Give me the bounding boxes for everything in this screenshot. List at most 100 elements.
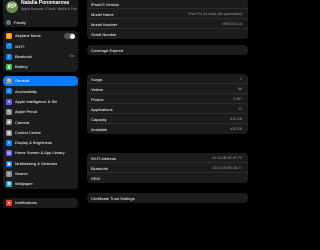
settings-group-notifications: ● Notifications: [3, 198, 78, 209]
info-row-model-number: Model Number MNXD3LL/A: [87, 19, 248, 29]
coverage-card: Coverage Expired ›: [87, 45, 248, 55]
model-number-value: MNXD3LL/A: [222, 21, 242, 26]
photos-label: Photos: [91, 96, 104, 102]
model-number-label: Model Number: [91, 21, 118, 27]
wifi-address-label: Wi-Fi Address: [91, 155, 116, 161]
sidebar-item-label: Wallpaper: [15, 181, 33, 187]
sidebar-item-airplane-mode[interactable]: ✈ Airplane Mode: [3, 31, 78, 41]
sidebar-item-label: Search: [15, 171, 28, 177]
videos-value: 86: [238, 86, 242, 91]
sidebar-item-label: Camera: [15, 119, 30, 125]
family-item[interactable]: Family: [3, 18, 78, 27]
info-row-bluetooth-address: Bluetooth 20:13:2B:B0:2B:77: [87, 163, 248, 173]
sidebar-item-search[interactable]: ⌕ Search: [3, 169, 78, 179]
search-icon: ⌕: [6, 170, 12, 177]
applications-label: Applications: [91, 106, 113, 112]
general-icon: ⚙: [6, 78, 12, 85]
wifi-address-value: 20:13:2B:AE:6F:7F: [212, 155, 242, 160]
info-row-photos: Photos 3,457: [87, 94, 248, 104]
airplane-mode-icon: ✈: [6, 33, 12, 40]
sidebar-item-camera[interactable]: ◉ Camera: [3, 117, 78, 127]
songs-label: Songs: [91, 76, 103, 82]
camera-icon: ◉: [6, 119, 12, 126]
avatar: RP: [6, 1, 18, 13]
device-info-card: iPadOS Version Model Name iPad Pro (11-inc…: [87, 0, 248, 39]
info-row-certificate-trust[interactable]: Certificate Trust Settings ›: [87, 193, 248, 203]
bluetooth-status: On: [69, 54, 74, 59]
account-profile[interactable]: RP Natalia Ponomarova Apple Account, iCl…: [3, 0, 78, 20]
coverage-expired-label: Coverage Expired: [91, 47, 124, 53]
info-row-model-name: Model Name iPad Pro (11-inch) (4th genera…: [87, 9, 248, 19]
sidebar-item-label: Notifications: [15, 200, 37, 206]
seid-label: SEID: [91, 175, 101, 181]
sidebar-item-display-brightness[interactable]: ☀ Display & Brightness: [3, 138, 78, 148]
sidebar-item-label: Control Centre: [15, 129, 42, 135]
capacity-label: Capacity: [91, 116, 107, 122]
info-row-seid[interactable]: SEID ›: [87, 173, 248, 183]
toggle-knob: [69, 33, 75, 39]
account-subtitle: Apple Account, iCloud, Media & Purchases: [21, 7, 77, 11]
family-label: Family: [14, 19, 26, 25]
family-icon: [6, 20, 11, 25]
sidebar-item-apple-pencil[interactable]: ✎ Apple Pencil: [3, 107, 78, 117]
multitasking-icon: ▣: [6, 160, 12, 167]
notifications-icon: ●: [6, 200, 12, 207]
battery-icon: ▮: [6, 64, 12, 71]
sidebar-item-label: Apple Intelligence & Siri: [15, 98, 58, 104]
sidebar-item-bluetooth[interactable]: ᛒ Bluetooth On: [3, 52, 78, 62]
applications-value: 12: [238, 106, 242, 111]
info-row-songs: Songs 0: [87, 74, 248, 84]
settings-group-general: ⚙ General ☺ Accessibility ✦ Apple Intelligenc…: [3, 76, 78, 190]
model-name-label: Model Name: [91, 11, 114, 17]
sidebar-item-battery[interactable]: ▮ Battery: [3, 62, 78, 72]
sidebar-item-multitasking[interactable]: ▣ Multitasking & Gestures: [3, 158, 78, 168]
sidebar-item-general[interactable]: ⚙ General: [3, 76, 78, 87]
sidebar: RP Natalia Ponomarova Apple Account, iCl…: [0, 0, 80, 250]
videos-label: Videos: [91, 86, 104, 92]
wifi-icon: ◠: [6, 43, 12, 50]
home-screen-icon: ▤: [6, 150, 12, 157]
songs-value: 0: [240, 76, 242, 81]
sidebar-item-wifi[interactable]: ◠ Wi-Fi: [3, 41, 78, 51]
chevron-right-icon: ›: [244, 47, 246, 53]
photos-value: 3,457: [233, 96, 242, 101]
network-info-card: Wi-Fi Address 20:13:2B:AE:6F:7F Bluetooth 2…: [87, 153, 248, 183]
sidebar-item-label: General: [15, 78, 30, 84]
about-pane: iPadOS Version Model Name iPad Pro (11-inc…: [84, 0, 250, 250]
info-row-videos: Videos 86: [87, 84, 248, 94]
sidebar-item-label: Home Screen & App Library: [15, 150, 65, 156]
sidebar-item-label: Airplane Mode: [15, 33, 41, 39]
control-centre-icon: ▦: [6, 129, 12, 136]
apple-intelligence-icon: ✦: [6, 98, 12, 105]
ipados-version-label: iPadOS Version: [91, 1, 120, 7]
sidebar-item-label: Apple Pencil: [15, 109, 38, 115]
sidebar-item-notifications[interactable]: ● Notifications: [3, 198, 78, 208]
media-stats-card: Songs 0 Videos 86 Photos 3,457 Applications 12 C…: [87, 74, 248, 134]
sidebar-item-label: Display & Brightness: [15, 140, 52, 146]
sidebar-item-accessibility[interactable]: ☺ Accessibility: [3, 86, 78, 96]
accessibility-icon: ☺: [6, 88, 12, 95]
sidebar-item-home-screen[interactable]: ▤ Home Screen & App Library: [3, 148, 78, 158]
capacity-value: 512 GB: [230, 116, 242, 121]
sidebar-item-apple-intelligence[interactable]: ✦ Apple Intelligence & Siri: [3, 97, 78, 107]
account-name: Natalia Ponomarova: [21, 0, 70, 6]
model-name-value: iPad Pro (11-inch) (4th generation): [188, 11, 242, 16]
info-row-available: Available 433 GB: [87, 124, 248, 134]
bluetooth-address-label: Bluetooth: [91, 165, 108, 171]
display-brightness-icon: ☀: [6, 139, 12, 146]
sidebar-item-label: Bluetooth: [15, 53, 32, 59]
sidebar-item-wallpaper[interactable]: ❋ Wallpaper: [3, 179, 78, 189]
sidebar-item-label: Wi-Fi: [15, 43, 25, 49]
info-row-coverage-expired[interactable]: Coverage Expired ›: [87, 45, 248, 55]
available-value: 433 GB: [230, 126, 242, 131]
settings-group-connectivity: ✈ Airplane Mode ◠ Wi-Fi ᛒ Bluetooth On ▮ Battery: [3, 31, 78, 73]
certificate-trust-label: Certificate Trust Settings: [91, 195, 135, 201]
bluetooth-address-value: 20:13:2B:B0:2B:77: [212, 165, 242, 170]
chevron-right-icon: ›: [244, 195, 246, 201]
airplane-mode-toggle[interactable]: [64, 33, 75, 40]
sidebar-item-control-centre[interactable]: ▦ Control Centre: [3, 127, 78, 137]
available-label: Available: [91, 126, 108, 132]
info-row-wifi-address: Wi-Fi Address 20:13:2B:AE:6F:7F: [87, 153, 248, 163]
sidebar-item-label: Battery: [15, 64, 28, 70]
info-row-capacity: Capacity 512 GB: [87, 114, 248, 124]
